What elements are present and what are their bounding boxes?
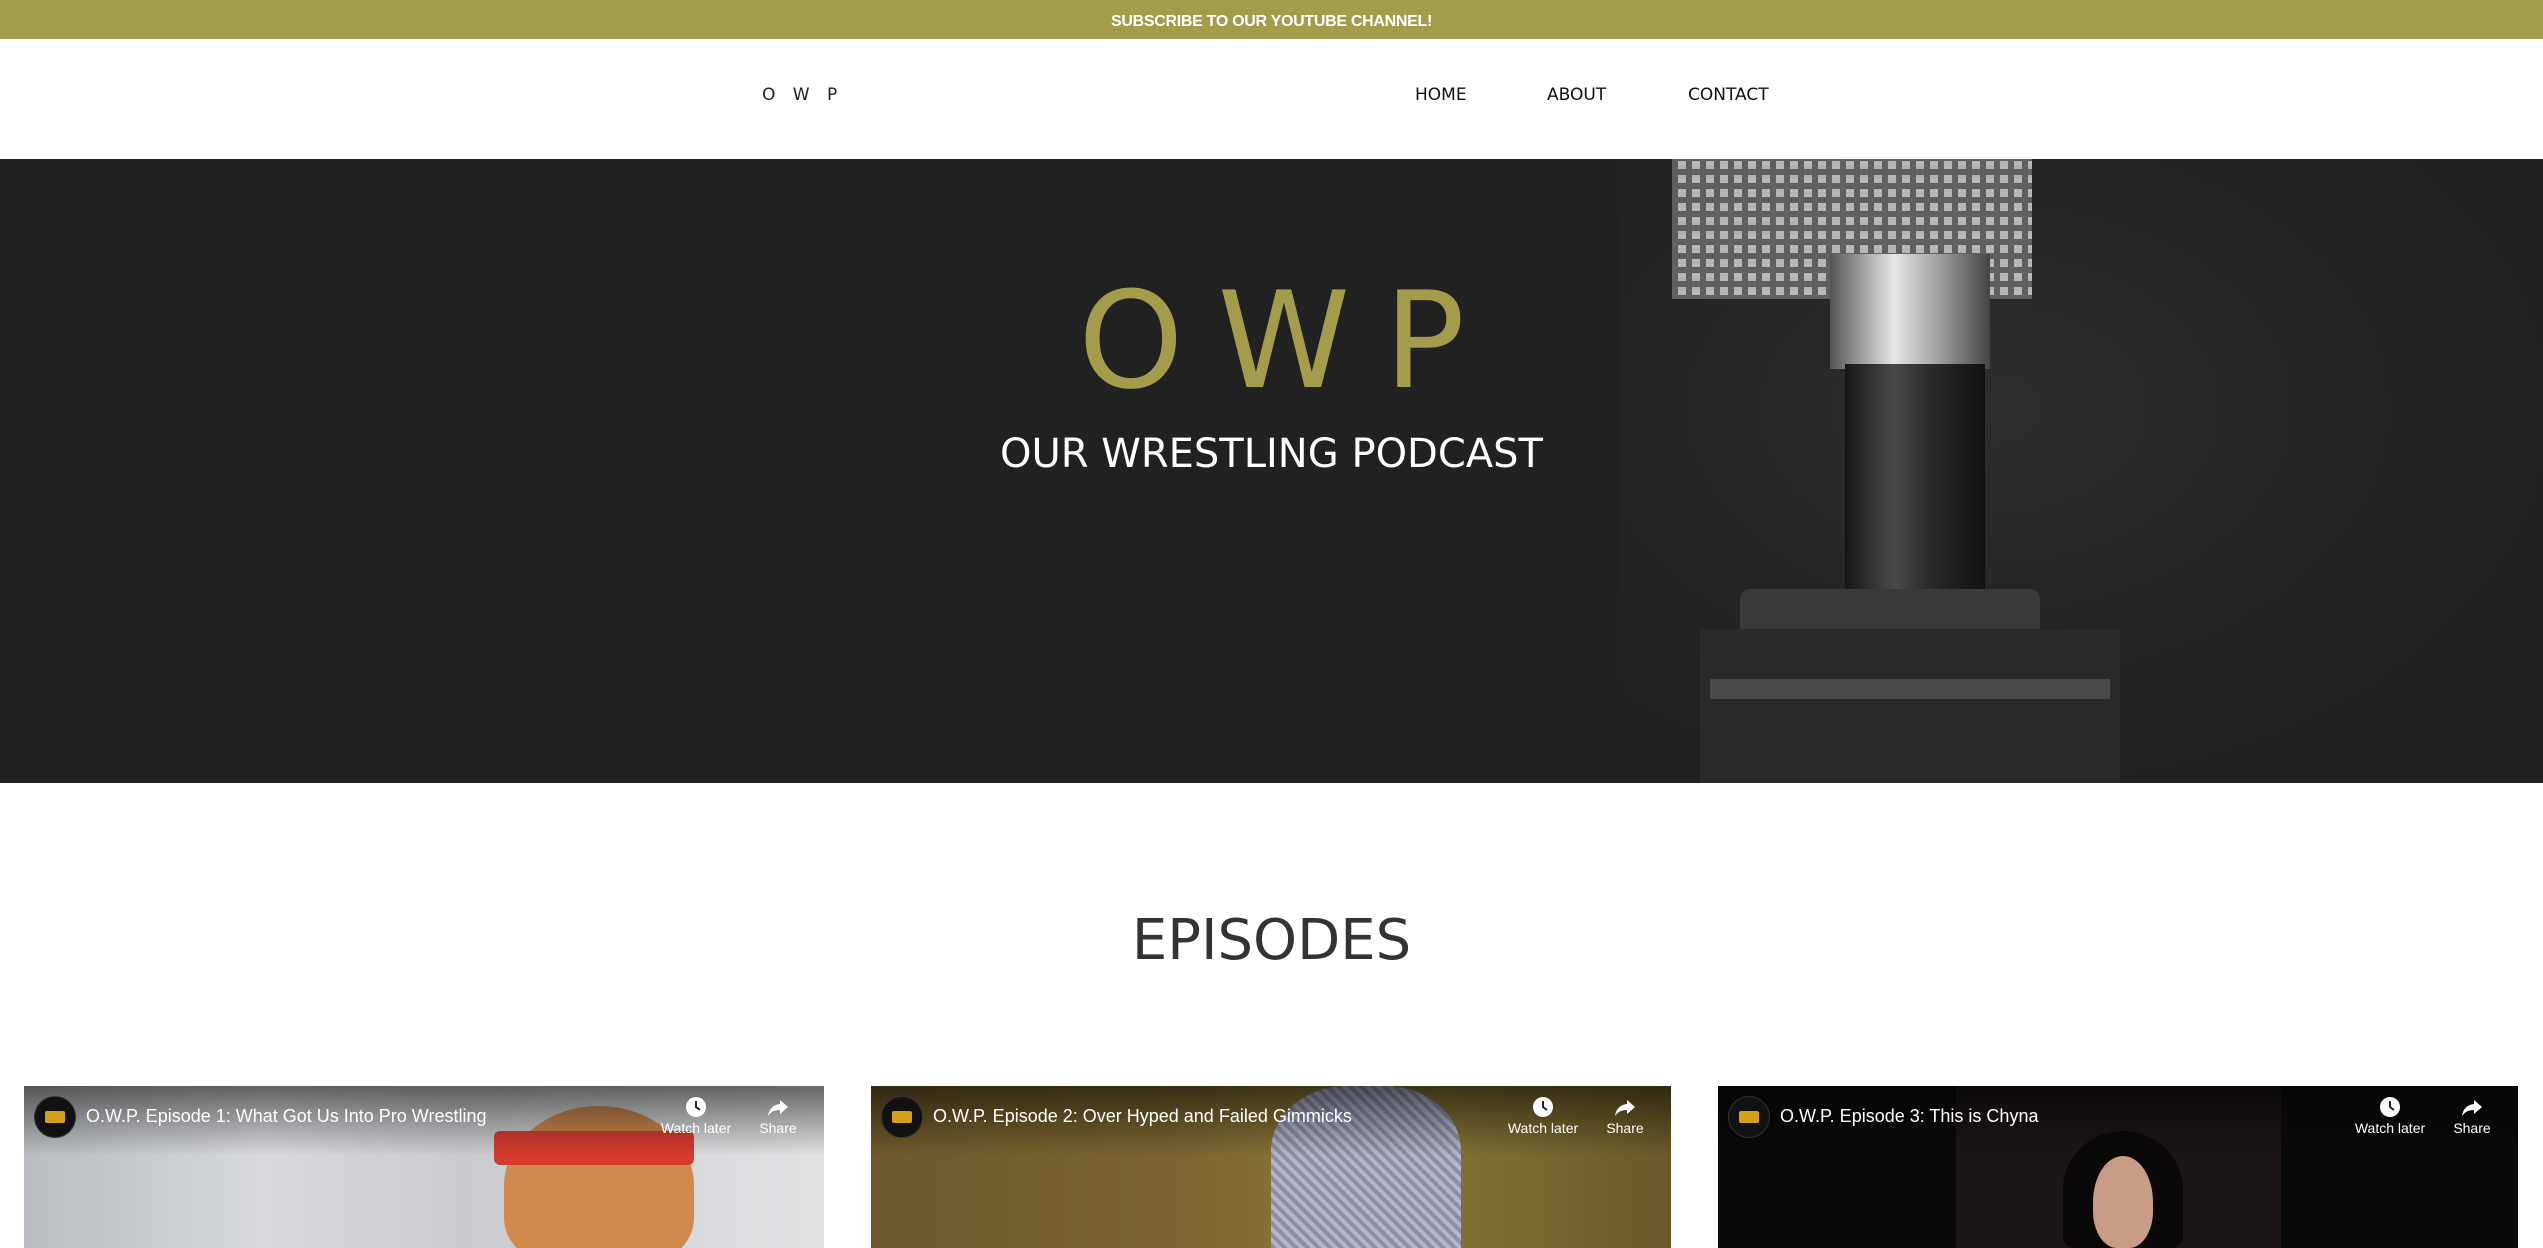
hero-title: OWP [1078, 263, 1499, 419]
clock-icon [1533, 1097, 1553, 1117]
nav-home[interactable]: HOME [1415, 85, 1467, 105]
video-thumbnail-detail [2093, 1156, 2153, 1248]
nav-about[interactable]: ABOUT [1547, 85, 1606, 105]
episodes-heading: EPISODES [1131, 908, 1412, 973]
share-button[interactable]: Share [1585, 1096, 1665, 1136]
share-icon [768, 1100, 788, 1116]
share-label: Share [759, 1120, 797, 1136]
share-button[interactable]: Share [738, 1096, 818, 1136]
watch-later-label: Watch later [1507, 1120, 1579, 1136]
nav-contact[interactable]: CONTACT [1688, 85, 1769, 105]
watch-later-button[interactable]: Watch later [2350, 1096, 2430, 1136]
channel-avatar[interactable] [881, 1096, 923, 1138]
hero-subtitle: OUR WRESTLING PODCAST [1000, 431, 1543, 477]
watch-later-label: Watch later [660, 1120, 732, 1136]
watch-later-button[interactable]: Watch later [1503, 1096, 1583, 1136]
share-label: Share [2453, 1120, 2491, 1136]
video-title[interactable]: O.W.P. Episode 1: What Got Us Into Pro W… [86, 1106, 487, 1127]
site-header: O W P HOME ABOUT CONTACT [0, 39, 2543, 159]
watch-later-label: Watch later [2354, 1120, 2426, 1136]
watch-later-button[interactable]: Watch later [656, 1096, 736, 1136]
video-embed-episode-1[interactable]: O.W.P. Episode 1: What Got Us Into Pro W… [24, 1086, 824, 1248]
site-logo[interactable]: O W P [762, 85, 843, 105]
channel-avatar[interactable] [1728, 1096, 1770, 1138]
video-embed-episode-2[interactable]: O.W.P. Episode 2: Over Hyped and Failed … [871, 1086, 1671, 1248]
clock-icon [2380, 1097, 2400, 1117]
hero-banner: OWP OUR WRESTLING PODCAST [0, 159, 2543, 783]
video-title[interactable]: O.W.P. Episode 2: Over Hyped and Failed … [933, 1106, 1352, 1127]
subscribe-banner: SUBSCRIBE TO OUR YOUTUBE CHANNEL! [0, 0, 2543, 39]
clock-icon [686, 1097, 706, 1117]
channel-avatar[interactable] [34, 1096, 76, 1138]
video-title[interactable]: O.W.P. Episode 3: This is Chyna [1780, 1106, 2038, 1127]
subscribe-link[interactable]: SUBSCRIBE TO OUR YOUTUBE CHANNEL! [1111, 13, 1432, 31]
video-embed-episode-3[interactable]: O.W.P. Episode 3: This is Chyna Watch la… [1718, 1086, 2518, 1248]
share-icon [1615, 1100, 1635, 1116]
share-label: Share [1606, 1120, 1644, 1136]
share-button[interactable]: Share [2432, 1096, 2512, 1136]
share-icon [2462, 1100, 2482, 1116]
